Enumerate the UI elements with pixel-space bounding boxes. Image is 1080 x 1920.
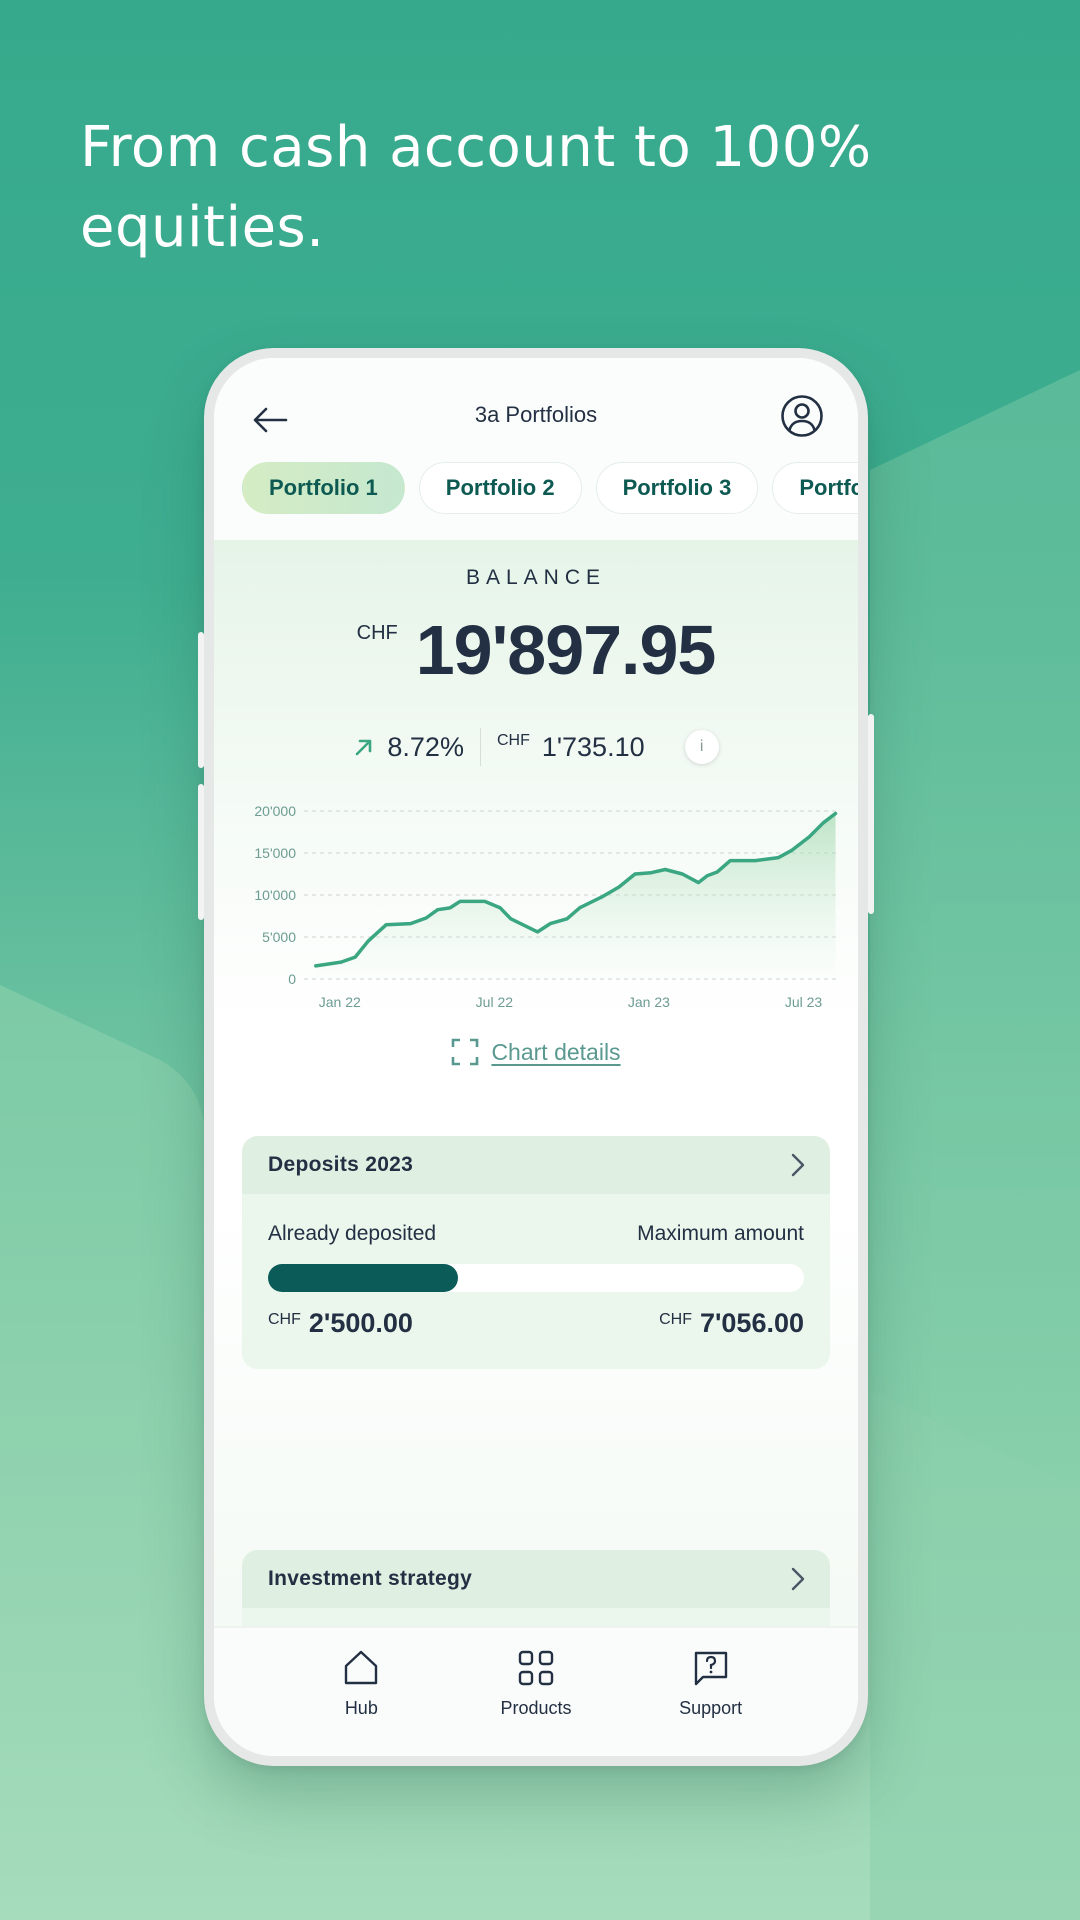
deposits-header[interactable]: Deposits 2023 [242, 1136, 830, 1194]
x-tick-label: Jan 23 [628, 994, 670, 1010]
side-button-right [868, 714, 874, 914]
tab-portfolio-2[interactable]: Portfolio 2 [418, 462, 582, 514]
headline: From cash account to 100% equities. [80, 115, 872, 260]
chevron-right-icon [791, 1153, 805, 1177]
side-button-left-top [198, 632, 204, 768]
grid-icon [518, 1650, 554, 1686]
user-circle-icon [781, 395, 823, 437]
phone-frame: 3a Portfolios Portfolio 1 Portfolio 2 Po… [198, 348, 874, 1766]
expand-icon [452, 1038, 479, 1066]
arrow-up-right-icon [356, 739, 372, 756]
help-chat-icon [694, 1651, 727, 1686]
app-screen: 3a Portfolios Portfolio 1 Portfolio 2 Po… [214, 358, 858, 1756]
deposits-title: Deposits 2023 [268, 1153, 414, 1176]
y-tick-label: 15'000 [254, 845, 296, 861]
y-tick-label: 10'000 [254, 887, 296, 903]
y-tick-label: 0 [288, 971, 296, 987]
deposits-body: Already deposited Maximum amount CHF 2'5… [242, 1194, 830, 1369]
already-deposited-label: Already deposited [268, 1222, 437, 1245]
nav-hub[interactable]: Hub [301, 1628, 421, 1756]
divider [479, 728, 481, 766]
y-tick-label: 20'000 [254, 803, 296, 819]
chevron-right-icon [791, 1567, 805, 1591]
deposited-amount: 2'500.00 [308, 1308, 413, 1338]
max-amount: 7'056.00 [699, 1308, 804, 1338]
profile-button[interactable] [780, 394, 824, 438]
performance-percent: 8.72% [387, 731, 464, 762]
maximum-amount-label: Maximum amount [637, 1222, 804, 1245]
info-button[interactable]: i [684, 730, 719, 764]
x-tick-label: Jul 23 [785, 994, 823, 1010]
strategy-title: Investment strategy [268, 1567, 473, 1590]
deposited-currency: CHF [268, 1311, 301, 1328]
nav-support[interactable]: Support [651, 1628, 771, 1756]
nav-hub-label: Hub [344, 1698, 378, 1718]
nav-products-label: Products [500, 1698, 572, 1718]
y-tick-label: 5'000 [262, 929, 296, 945]
x-tick-label: Jul 22 [476, 994, 514, 1010]
max-currency: CHF [659, 1311, 692, 1328]
performance-currency: CHF [496, 732, 530, 749]
performance-absolute: 1'735.10 [541, 731, 645, 762]
tab-portfolio-1[interactable]: Portfolio 1 [242, 462, 405, 514]
deposit-progress-bar [268, 1264, 804, 1292]
balance-amount: 19'897.95 [415, 611, 717, 689]
nav-products[interactable]: Products [476, 1628, 596, 1756]
balance-amount-group: CHF 19'897.95 [214, 610, 858, 690]
balance-label: BALANCE [465, 566, 607, 589]
performance-row: 8.72% CHF 1'735.10 i [214, 728, 858, 766]
deposit-progress-fill [268, 1264, 458, 1292]
app-header: 3a Portfolios Portfolio 1 Portfolio 2 Po… [214, 358, 858, 540]
content-area: BALANCE CHF 19'897.95 8.72% CHF 1'735.10… [214, 540, 858, 1727]
x-tick-label: Jan 22 [319, 994, 361, 1010]
home-icon [345, 1650, 378, 1685]
side-button-left-bottom [198, 784, 204, 920]
chart-area [315, 813, 836, 979]
chart-details-label: Chart details [491, 1038, 621, 1065]
bottom-nav: Hub Products Support [214, 1626, 858, 1756]
balance-chart[interactable]: 0 5'000 10'000 15'000 20'000 Jan 22 Jul 22 Jan… [214, 790, 858, 1020]
deposits-card: Deposits 2023 Already deposited Maximum … [242, 1136, 830, 1369]
tab-portfolio-4[interactable]: Portfolio 4 [772, 462, 858, 514]
tab-portfolio-3[interactable]: Portfolio 3 [595, 462, 759, 514]
nav-support-label: Support [679, 1698, 743, 1718]
chart-details-link[interactable]: Chart details [214, 1038, 858, 1066]
page-title: 3a Portfolios [474, 402, 598, 427]
balance-currency: CHF [356, 622, 398, 644]
strategy-header[interactable]: Investment strategy [242, 1550, 830, 1608]
portfolio-tabs: Portfolio 1 Portfolio 2 Portfolio 3 Port… [242, 462, 858, 514]
